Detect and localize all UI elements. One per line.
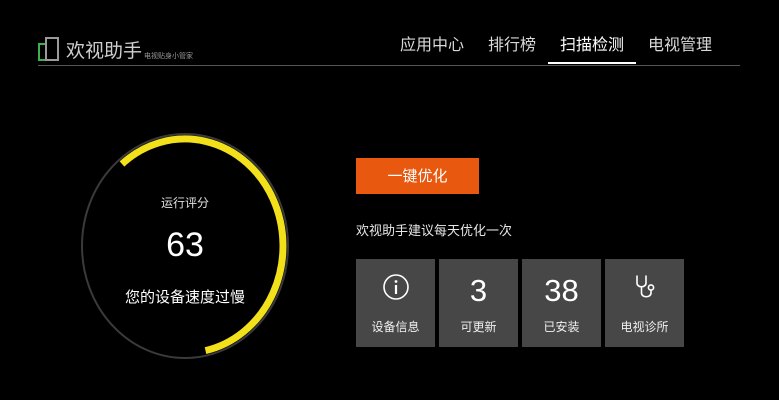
tile-label: 设备信息 <box>371 320 420 334</box>
score-gauge: 运行评分 63 您的设备速度过慢 <box>78 130 292 362</box>
score-value: 63 <box>166 226 204 264</box>
gauge-label: 运行评分 <box>160 196 209 210</box>
installed-count: 38 <box>544 273 579 308</box>
stethoscope-icon <box>632 273 658 309</box>
app-subtitle: 电视贴身小管家 <box>144 52 194 60</box>
tab-scan[interactable]: 扫描检测 <box>548 34 637 64</box>
tile-tv-clinic[interactable]: 电视诊所 <box>605 259 684 347</box>
optimize-button[interactable]: 一键优化 <box>356 158 479 194</box>
app-title: 欢视助手 <box>66 40 143 62</box>
tab-app-center[interactable]: 应用中心 <box>388 34 476 64</box>
tile-installed[interactable]: 38 已安装 <box>522 259 601 347</box>
tab-ranking[interactable]: 排行榜 <box>476 34 548 64</box>
app-logo: 欢视助手 电视贴身小管家 <box>38 36 193 62</box>
app-logo-icon <box>38 36 60 62</box>
top-nav: 应用中心 排行榜 扫描检测 电视管理 <box>388 34 724 64</box>
tab-tv-management[interactable]: 电视管理 <box>636 34 724 64</box>
tile-device-info[interactable]: 设备信息 <box>356 259 435 347</box>
updatable-count: 3 <box>469 273 488 308</box>
tile-row: 设备信息 3 可更新 38 已安装 电视诊所 <box>356 259 684 347</box>
tile-label: 已安装 <box>543 320 580 334</box>
optimize-tip: 欢视助手建议每天优化一次 <box>356 224 513 239</box>
tile-label: 电视诊所 <box>620 320 669 334</box>
speed-status: 您的设备速度过慢 <box>124 288 245 306</box>
header-divider <box>38 65 740 66</box>
info-icon <box>382 273 410 309</box>
tile-updatable[interactable]: 3 可更新 <box>439 259 518 347</box>
tile-label: 可更新 <box>460 320 497 334</box>
